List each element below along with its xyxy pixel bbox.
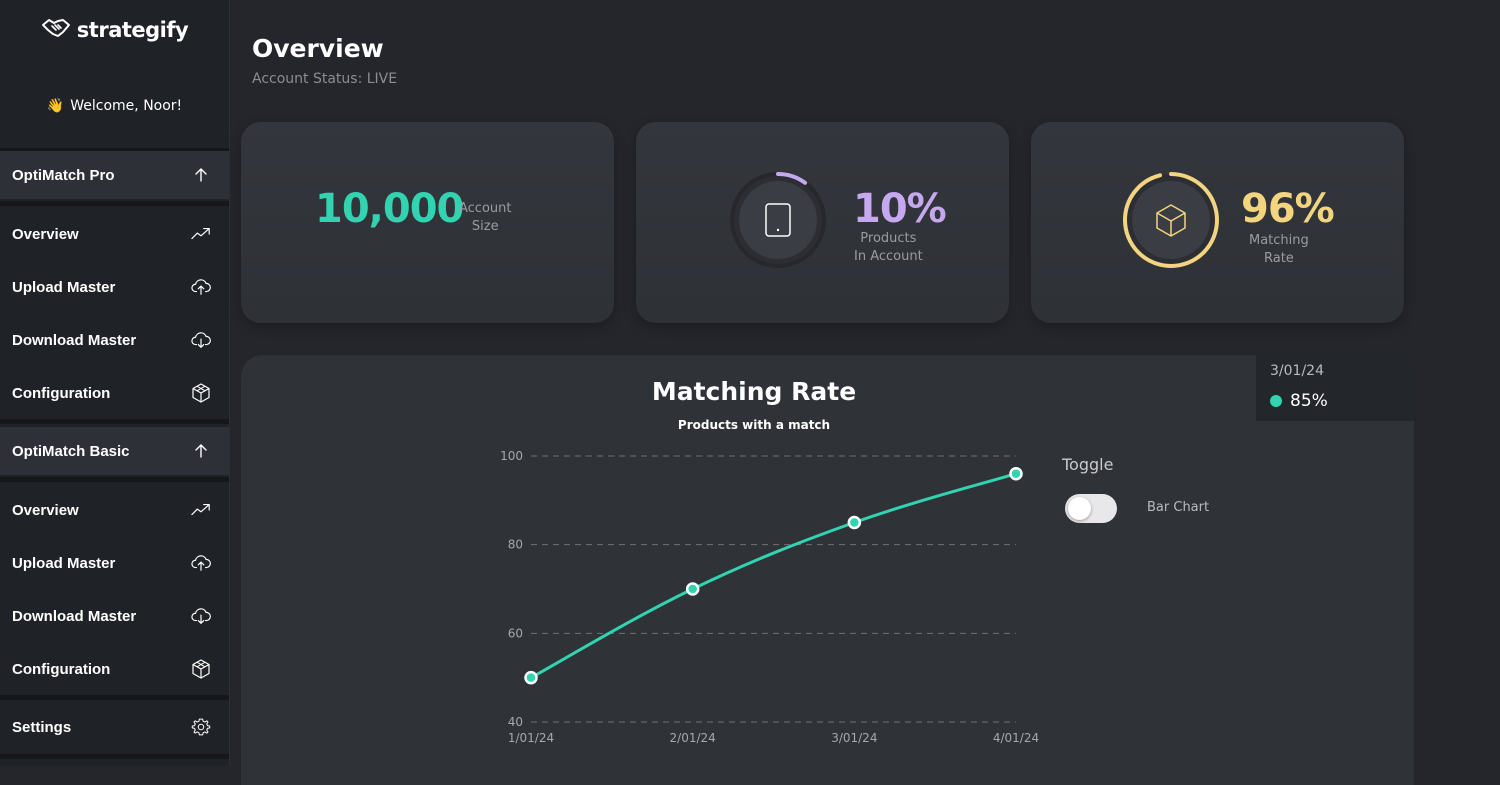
data-point xyxy=(524,670,538,685)
x-tick-label: 4/01/24 xyxy=(993,731,1039,745)
series-line xyxy=(529,472,1018,680)
y-tick-label: 60 xyxy=(508,626,523,640)
x-tick-label: 2/01/24 xyxy=(670,731,716,745)
tooltip-value-row: 85% xyxy=(1270,391,1328,411)
toggle-title: Toggle xyxy=(1062,455,1114,474)
data-point xyxy=(1009,466,1023,481)
series-dot xyxy=(1270,395,1282,407)
y-tick-label: 40 xyxy=(508,715,523,729)
y-tick-label: 80 xyxy=(508,538,523,552)
y-tick-label: 100 xyxy=(500,449,523,463)
toggle-label: Bar Chart xyxy=(1147,500,1210,515)
data-point xyxy=(847,515,862,530)
bar-chart-toggle[interactable] xyxy=(1065,494,1117,523)
tooltip-value: 85% xyxy=(1290,391,1328,411)
tooltip-date: 3/01/24 xyxy=(1270,363,1324,379)
data-point xyxy=(685,582,700,596)
x-tick-label: 3/01/24 xyxy=(831,731,877,745)
x-tick-label: 1/01/24 xyxy=(508,731,554,745)
toggle-knob[interactable] xyxy=(1068,497,1091,520)
chart-tooltip: 3/01/24 85% xyxy=(1256,355,1414,421)
